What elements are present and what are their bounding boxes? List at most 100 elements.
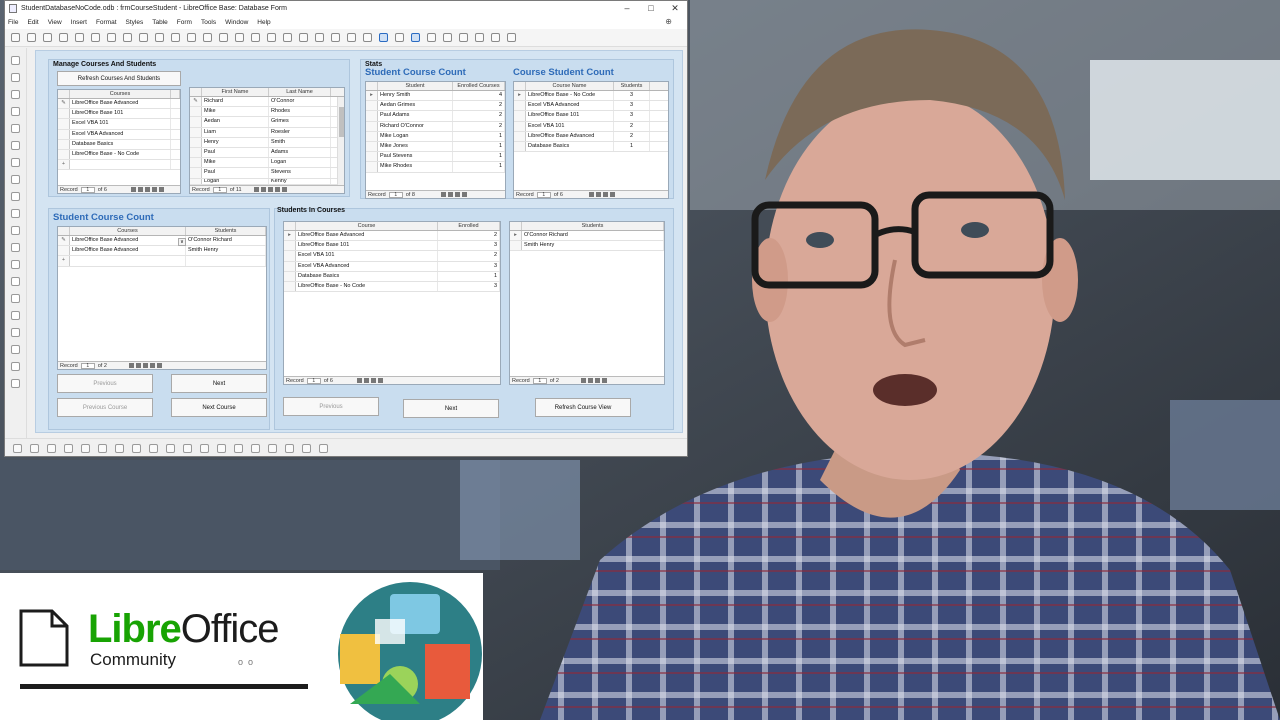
enrolled-cell[interactable]: 2 — [453, 111, 505, 121]
row-selector[interactable] — [366, 121, 378, 131]
option-button-tool-icon[interactable] — [11, 175, 20, 184]
row-selector[interactable] — [190, 178, 202, 184]
last-name-header[interactable]: Last Name — [269, 88, 331, 96]
design-mode-icon-b[interactable] — [166, 443, 175, 453]
select-icon[interactable] — [11, 33, 20, 42]
row-selector[interactable] — [510, 241, 522, 251]
course-cell[interactable]: Excel VBA Advanced — [296, 261, 438, 271]
student-cell[interactable]: Paul Adams — [378, 111, 453, 121]
table-row[interactable]: Mike Logan 1 — [366, 131, 505, 142]
first-name-cell[interactable]: Paul — [202, 147, 269, 158]
arrow-icon[interactable] — [43, 33, 52, 42]
student-cell[interactable]: Smith Henry — [186, 246, 266, 256]
enrolled-cell[interactable]: 1 — [453, 141, 505, 152]
wrap-icon[interactable] — [47, 443, 56, 453]
last-record-icon[interactable] — [601, 378, 607, 383]
table-row[interactable]: Excel VBA 101 — [58, 119, 180, 130]
students-grid[interactable]: First Name Last Name ✎ Richard O'Connor Mik… — [189, 87, 345, 194]
new-row[interactable]: + — [58, 160, 180, 171]
table-row[interactable]: Paul Stevens 1 — [366, 152, 505, 163]
form-icon[interactable] — [200, 443, 209, 453]
course-cell[interactable]: LibreOffice Base - No Code — [296, 281, 438, 292]
last-name-cell[interactable]: Stevens — [269, 168, 331, 178]
checkbox-tool-icon[interactable] — [11, 141, 20, 150]
last-name-cell[interactable]: Adams — [269, 147, 331, 158]
course-cell[interactable]: Excel VBA 101 — [296, 251, 438, 261]
enrolled-cell[interactable]: 3 — [438, 281, 500, 292]
tab-order-icon[interactable] — [217, 443, 226, 453]
table-row[interactable]: Paul Stevens — [190, 168, 344, 179]
student-course-list-grid[interactable]: Courses Students ✎ LibreOffice Base Advanc… — [57, 226, 267, 370]
table-row[interactable]: LibreOffice Base Advanced 2 — [514, 131, 668, 142]
polygon-icon[interactable] — [75, 33, 84, 42]
row-selector[interactable] — [58, 246, 70, 256]
row-selector[interactable] — [190, 158, 202, 168]
pattern-field-tool-icon[interactable] — [11, 311, 20, 320]
previous-button[interactable]: Previous — [57, 374, 153, 393]
row-selector[interactable] — [190, 117, 202, 127]
next-course-button[interactable]: Next Course — [171, 398, 267, 417]
preview-icon[interactable] — [459, 33, 468, 42]
students-cell[interactable]: 3 — [614, 101, 650, 111]
curve-icon[interactable] — [59, 33, 68, 42]
enrolled-students-grid[interactable]: Students ▸ O'Connor Richard Smith Henry R… — [509, 221, 665, 385]
prev-record-icon[interactable] — [587, 378, 593, 383]
cut-icon[interactable] — [475, 33, 484, 42]
menu-form[interactable]: Form — [177, 19, 192, 26]
refresh-courses-students-button[interactable]: Refresh Courses And Students — [57, 71, 181, 86]
last-record-icon[interactable] — [461, 192, 467, 197]
first-name-cell[interactable]: Mike — [202, 107, 269, 117]
table-row[interactable]: LibreOffice Base Advanced Smith Henry — [58, 246, 266, 257]
save-icon[interactable] — [411, 33, 420, 42]
last-record-icon[interactable] — [274, 187, 280, 192]
prev-record-icon[interactable] — [447, 192, 453, 197]
ellipse-icon[interactable] — [139, 33, 148, 42]
table-row[interactable]: LibreOffice Base 101 3 — [284, 241, 500, 252]
row-selector[interactable] — [366, 162, 378, 172]
enrolled-cell[interactable]: 1 — [453, 162, 505, 172]
enrolled-cell[interactable]: 1 — [453, 131, 505, 141]
table-row[interactable]: Mike Jones 1 — [366, 141, 505, 153]
table-row[interactable]: LibreOffice Base - No Code — [58, 149, 180, 161]
first-name-cell[interactable]: Liam — [202, 127, 269, 137]
vertical-scrollbar[interactable] — [337, 97, 344, 185]
next-record-icon[interactable] — [142, 363, 148, 368]
pie-icon[interactable] — [187, 33, 196, 42]
course-name-cell[interactable]: LibreOffice Base 101 — [526, 111, 614, 121]
line-icon[interactable] — [27, 33, 36, 42]
course-column-header[interactable]: Course — [296, 222, 438, 230]
students-cell[interactable]: 2 — [614, 121, 650, 131]
course-cell[interactable]: LibreOffice Base Advanced — [296, 231, 438, 241]
first-record-icon[interactable] — [588, 192, 594, 197]
new-record-nav-icon[interactable] — [156, 363, 162, 368]
courses-column-header[interactable]: Courses — [70, 90, 171, 98]
guides-icon[interactable] — [319, 443, 328, 453]
first-name-cell[interactable]: Paul — [202, 168, 269, 178]
table-row[interactable]: Database Basics 1 — [514, 141, 668, 153]
row-selector[interactable] — [514, 101, 526, 111]
sic-previous-button[interactable]: Previous — [283, 397, 379, 416]
first-record-icon[interactable] — [440, 192, 446, 197]
course-combo-cell[interactable]: LibreOffice Base Advanced — [70, 246, 186, 256]
first-name-cell[interactable]: Richard — [202, 97, 269, 107]
print-icon[interactable] — [443, 33, 452, 42]
first-record-icon[interactable] — [130, 187, 136, 192]
prev-record-icon[interactable] — [363, 378, 369, 383]
combo-box-tool-icon[interactable] — [11, 209, 20, 218]
course-cell[interactable]: Excel VBA Advanced — [70, 129, 171, 139]
row-selector[interactable] — [58, 139, 70, 149]
first-name-cell[interactable]: Mike — [202, 158, 269, 168]
row-selector[interactable] — [514, 121, 526, 131]
first-name-cell[interactable]: Aedan — [202, 117, 269, 127]
next-record-icon[interactable] — [370, 378, 376, 383]
minimize-button[interactable]: – — [615, 3, 639, 14]
student-cell[interactable]: Henry Smith — [378, 91, 453, 101]
table-row[interactable]: Mike Rhodes — [190, 107, 344, 118]
smiley-icon[interactable] — [219, 33, 228, 42]
course-name-column-header[interactable]: Course Name — [526, 82, 614, 90]
course-cell[interactable]: Excel VBA 101 — [70, 119, 171, 129]
last-name-cell[interactable]: Roesler — [269, 127, 331, 137]
align-icon[interactable] — [30, 443, 39, 453]
export-pdf-icon[interactable] — [427, 33, 436, 42]
course-name-cell[interactable]: LibreOffice Base Advanced — [526, 131, 614, 141]
